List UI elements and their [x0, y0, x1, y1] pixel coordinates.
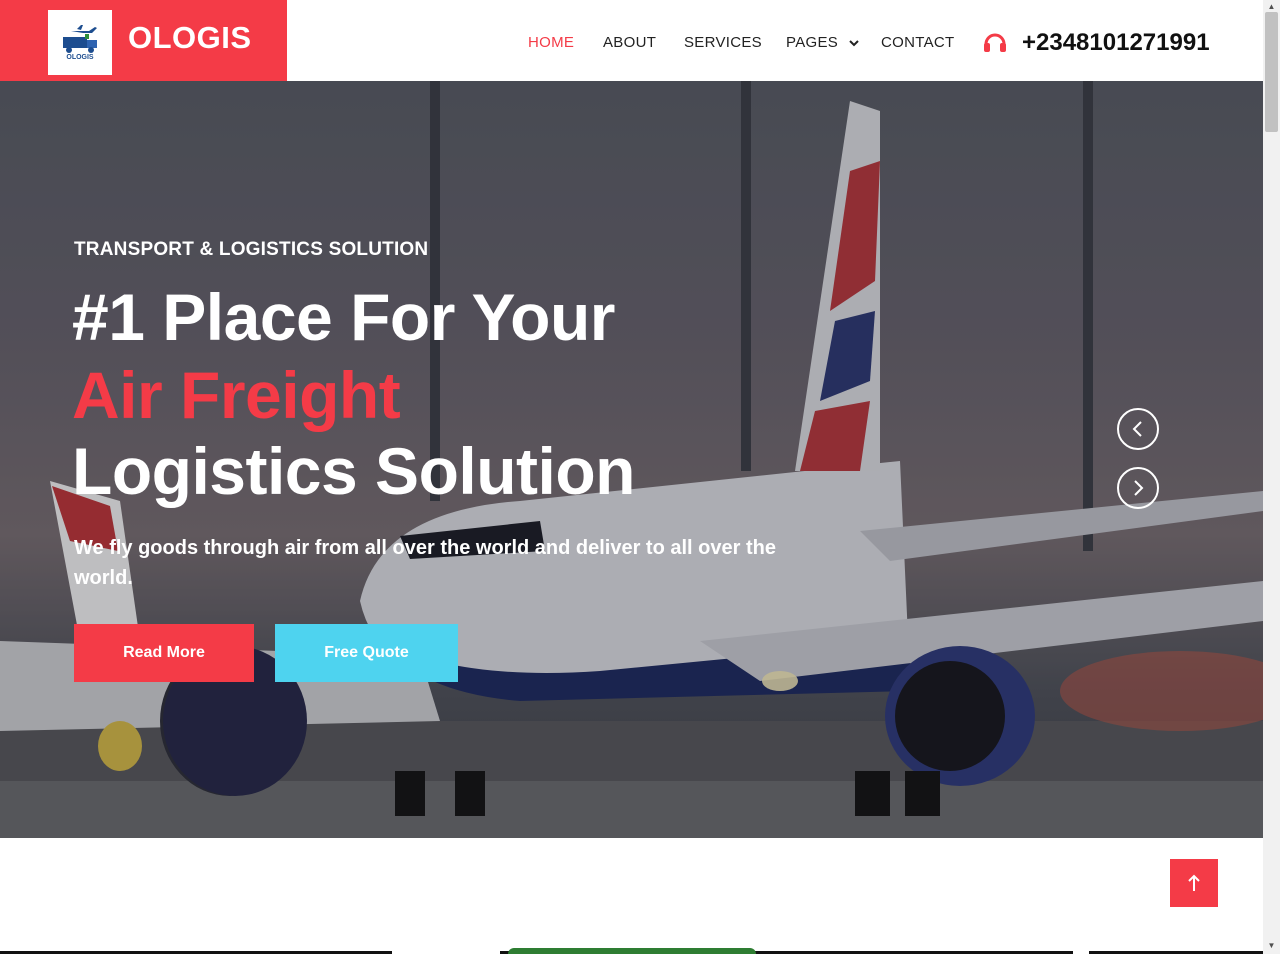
nav-pages[interactable]: PAGES	[786, 34, 859, 51]
logo-text: OLOGIS	[66, 54, 94, 61]
headphones-icon	[984, 33, 1006, 52]
nav-contact[interactable]: CONTACT	[881, 34, 954, 51]
brand-name[interactable]: OLOGIS	[128, 20, 252, 56]
nav-about[interactable]: ABOUT	[603, 34, 656, 51]
free-quote-button[interactable]: Free Quote	[275, 624, 458, 682]
slider-next-button[interactable]	[1117, 467, 1159, 509]
hero-heading-highlight: Air Freight	[72, 358, 401, 432]
nav-services[interactable]: SERVICES	[684, 34, 762, 51]
brand-block[interactable]: OLOGIS OLOGIS	[0, 0, 287, 81]
chevron-left-icon	[1132, 421, 1142, 437]
scroll-up-arrow-icon[interactable]: ▲	[1266, 1, 1277, 11]
hero-heading-line3: Logistics Solution	[72, 434, 636, 508]
chevron-down-icon	[848, 39, 859, 46]
hero-slider: TRANSPORT & LOGISTICS SOLUTION #1 Place …	[0, 81, 1263, 838]
scrollbar-thumb[interactable]	[1265, 12, 1278, 132]
nav-pages-label: PAGES	[786, 34, 839, 51]
next-section-green-element	[508, 948, 756, 954]
chevron-right-icon	[1134, 480, 1144, 496]
slider-prev-button[interactable]	[1117, 408, 1159, 450]
arrow-up-icon	[1188, 874, 1200, 891]
phone-number[interactable]: +2348101271991	[1022, 29, 1210, 57]
logo-truck-plane-icon: OLOGIS	[63, 24, 97, 61]
site-logo[interactable]: OLOGIS	[48, 10, 112, 75]
page-scrollbar[interactable]	[1263, 0, 1280, 954]
back-to-top-button[interactable]	[1170, 859, 1218, 907]
hero-lead-text: We fly goods through air from all over t…	[74, 537, 776, 589]
nav-home[interactable]: HOME	[528, 34, 574, 51]
hero-kicker: TRANSPORT & LOGISTICS SOLUTION	[74, 239, 429, 260]
read-more-button[interactable]: Read More	[74, 624, 254, 682]
scroll-down-arrow-icon[interactable]: ▼	[1266, 940, 1277, 950]
hero-heading-line1: #1 Place For Your	[72, 280, 615, 354]
